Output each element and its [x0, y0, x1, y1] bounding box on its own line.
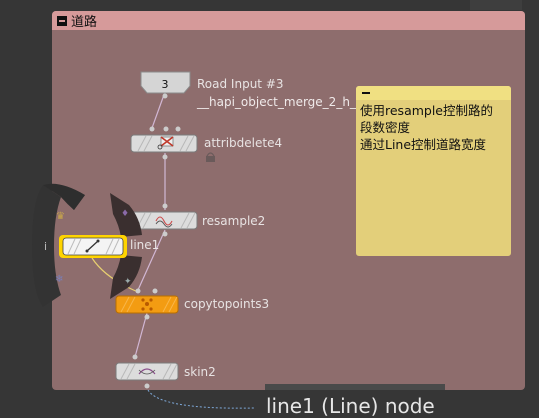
- output-connector[interactable]: [162, 93, 168, 99]
- parameter-panel-title: line1 (Line) node: [266, 394, 435, 418]
- sticky-note-header[interactable]: [356, 86, 511, 100]
- copytopoints-node[interactable]: [115, 288, 179, 320]
- template-icon: ❄: [55, 274, 63, 285]
- sticky-collapse-icon[interactable]: [361, 88, 371, 98]
- sticky-line: 使用resample控制路的: [360, 103, 494, 118]
- parameter-panel-tab: [265, 384, 445, 390]
- line-node[interactable]: [59, 235, 127, 258]
- sticky-note-text[interactable]: 使用resample控制路的 段数密度 通过Line控制道路宽度: [356, 100, 511, 155]
- info-icon[interactable]: i: [44, 240, 47, 253]
- lock-flag-icon: ✦: [124, 277, 132, 287]
- node-lock-icon: [206, 152, 215, 162]
- sticky-line: 通过Line控制道路宽度: [360, 137, 487, 152]
- skin-node[interactable]: [115, 354, 179, 389]
- wire-skin-output: [147, 389, 256, 409]
- resample-label: resample2: [202, 214, 266, 228]
- line-label: line1: [130, 238, 160, 252]
- attribdelete-node[interactable]: [130, 126, 198, 160]
- sticky-note[interactable]: 使用resample控制路的 段数密度 通过Line控制道路宽度: [356, 86, 511, 256]
- attribdelete-label: attribdelete4: [204, 136, 283, 150]
- skin-label: skin2: [184, 365, 216, 379]
- sticky-line: 段数密度: [360, 120, 411, 135]
- copytopoints-label: copytopoints3: [184, 297, 270, 311]
- bypass-icon: ♛: [56, 211, 65, 222]
- road-input-label: Road Input #3: [197, 77, 284, 91]
- input-badge: 3: [162, 78, 169, 91]
- road-input-sublabel: __hapi_object_merge_2_h___t1: [197, 95, 381, 109]
- road-input-node[interactable]: 3: [140, 71, 191, 99]
- wire-copytopoints-to-skin: [134, 312, 148, 358]
- display-flag-icon: ♦: [121, 209, 129, 219]
